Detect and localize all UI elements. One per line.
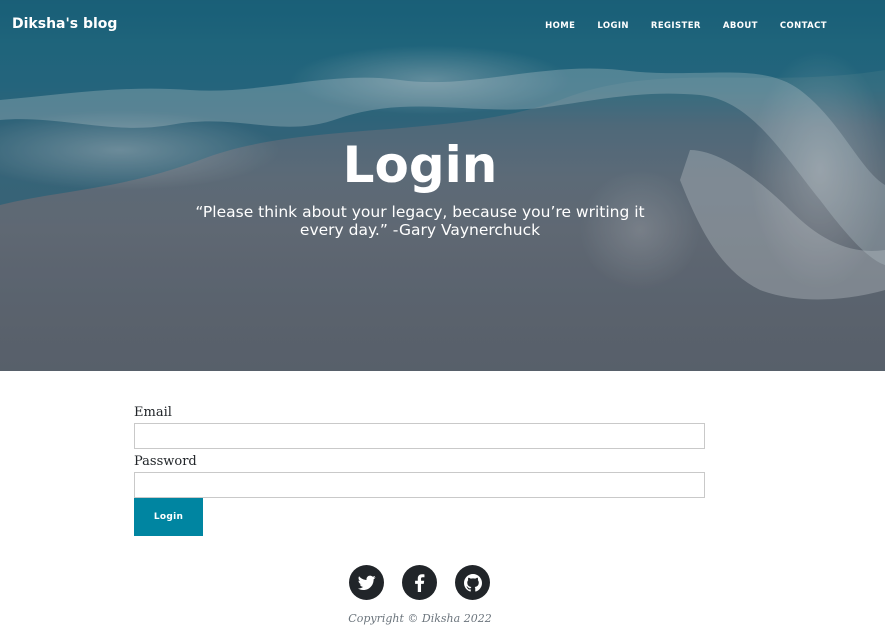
page-title: Login xyxy=(342,136,498,194)
login-form: Email Password Login xyxy=(134,404,705,536)
hero-header: Diksha's blog HOME LOGIN REGISTER ABOUT … xyxy=(0,0,885,371)
github-link[interactable] xyxy=(455,565,490,600)
password-field[interactable] xyxy=(134,472,705,498)
nav-home[interactable]: HOME xyxy=(545,20,575,32)
main-nav: HOME LOGIN REGISTER ABOUT CONTACT xyxy=(523,20,827,32)
email-label: Email xyxy=(134,405,172,420)
page-subtitle-quote: “Please think about your legacy, because… xyxy=(195,203,645,239)
twitter-link[interactable] xyxy=(349,565,384,600)
brand-link[interactable]: Diksha's blog xyxy=(12,16,117,32)
nav-register[interactable]: REGISTER xyxy=(651,20,701,32)
nav-contact[interactable]: CONTACT xyxy=(780,20,827,32)
github-icon xyxy=(463,573,482,592)
email-field[interactable] xyxy=(134,423,705,449)
copyright-text: Copyright © Diksha 2022 xyxy=(348,612,492,625)
social-links xyxy=(349,565,490,600)
facebook-link[interactable] xyxy=(402,565,437,600)
login-button[interactable]: Login xyxy=(134,498,203,536)
twitter-icon xyxy=(357,575,376,590)
nav-about[interactable]: ABOUT xyxy=(723,20,758,32)
facebook-icon xyxy=(415,573,425,592)
password-label: Password xyxy=(134,454,197,469)
nav-login[interactable]: LOGIN xyxy=(597,20,629,32)
